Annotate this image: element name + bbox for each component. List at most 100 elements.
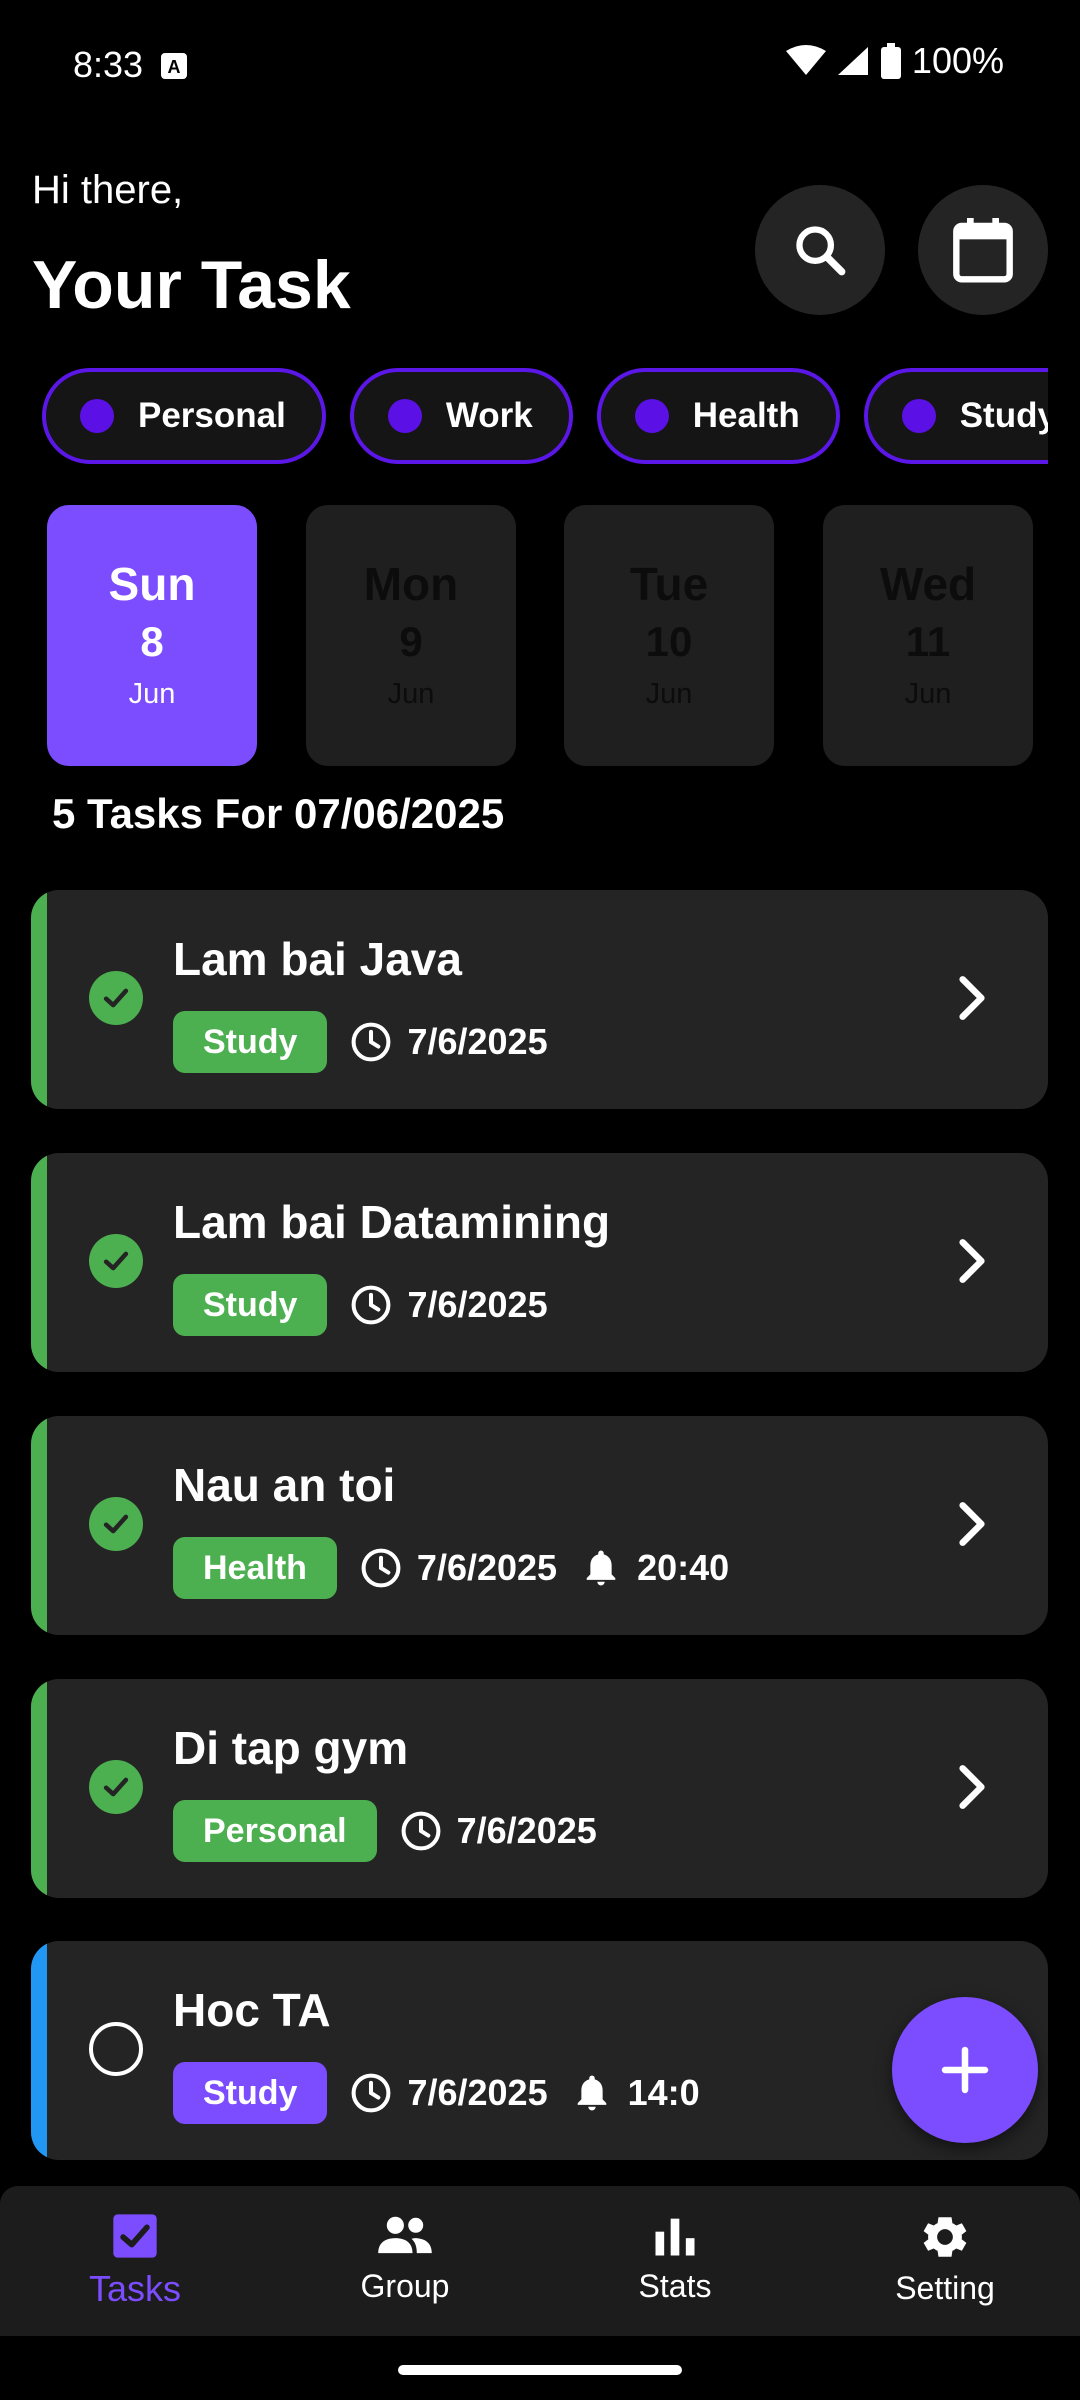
chevron-right-icon[interactable] bbox=[944, 1233, 1000, 1289]
check-icon bbox=[103, 1251, 129, 1271]
task-status-bar bbox=[31, 1416, 47, 1635]
day-month: Jun bbox=[387, 677, 435, 710]
task-date-text: 7/6/2025 bbox=[407, 2072, 548, 2113]
task-reminder: 20:40 bbox=[579, 1546, 729, 1590]
task-title: Lam bai Datamining bbox=[173, 1196, 611, 1248]
task-title: Di tap gym bbox=[173, 1722, 409, 1774]
task-card[interactable]: Lam bai Java Study 7/6/2025 bbox=[31, 890, 1048, 1109]
bottom-nav: Tasks Group Stats Setting bbox=[0, 2186, 1080, 2336]
nav-label: Stats bbox=[638, 2268, 712, 2304]
checkbox-icon bbox=[113, 2214, 157, 2258]
add-task-button[interactable] bbox=[892, 1997, 1038, 2143]
nav-item-tasks[interactable]: Tasks bbox=[0, 2186, 270, 2336]
category-label: Personal bbox=[138, 396, 286, 435]
day-number: 11 bbox=[905, 617, 951, 665]
day-wed[interactable]: Wed 11 Jun bbox=[823, 505, 1033, 766]
task-tag: Health bbox=[173, 1537, 337, 1599]
day-sun[interactable]: Sun 8 Jun bbox=[47, 505, 257, 766]
task-date: 7/6/2025 bbox=[349, 1020, 548, 1064]
category-label: Study bbox=[959, 396, 1048, 435]
notification-icon: A bbox=[160, 52, 188, 85]
day-name: Wed bbox=[879, 557, 977, 610]
status-time-text: 8:33 bbox=[73, 44, 144, 85]
task-checkbox[interactable] bbox=[89, 971, 143, 1025]
search-button[interactable] bbox=[755, 185, 885, 315]
nav-label: Setting bbox=[895, 2270, 995, 2306]
gear-icon bbox=[923, 2217, 967, 2257]
clock-icon bbox=[361, 1548, 401, 1588]
bar-chart-icon bbox=[655, 2218, 695, 2256]
nav-label: Tasks bbox=[88, 2268, 182, 2309]
svg-text:A: A bbox=[168, 57, 181, 77]
home-indicator[interactable] bbox=[398, 2365, 682, 2375]
day-number: 8 bbox=[140, 617, 164, 665]
task-checkbox[interactable] bbox=[89, 1234, 143, 1288]
chevron-right-icon[interactable] bbox=[944, 1496, 1000, 1552]
task-card[interactable]: Nau an toi Health 7/6/2025 20:40 bbox=[31, 1416, 1048, 1635]
chevron-right-icon[interactable] bbox=[944, 1759, 1000, 1815]
day-month: Jun bbox=[128, 677, 176, 710]
status-time: 8:33 bbox=[73, 44, 143, 86]
category-label: Health bbox=[692, 396, 800, 435]
category-dot bbox=[901, 399, 936, 433]
category-chip-work[interactable]: Work bbox=[349, 368, 573, 464]
day-name: Tue bbox=[629, 557, 709, 610]
task-status-bar bbox=[31, 890, 47, 1109]
task-date: 7/6/2025 bbox=[349, 1283, 548, 1327]
plus-icon bbox=[941, 2046, 989, 2094]
day-mon[interactable]: Mon 9 Jun bbox=[306, 505, 516, 766]
status-indicators: 100% bbox=[785, 40, 1004, 82]
tasks-count-heading: 5 Tasks For 07/06/2025 bbox=[52, 790, 505, 837]
task-tag: Study bbox=[173, 2062, 328, 2124]
nav-item-setting[interactable]: Setting bbox=[810, 2186, 1080, 2336]
check-icon bbox=[103, 1777, 129, 1797]
nav-label: Group bbox=[360, 2268, 450, 2304]
search-icon bbox=[796, 226, 846, 276]
task-date-text: 7/6/2025 bbox=[407, 1021, 548, 1062]
task-card[interactable]: Lam bai Datamining Study 7/6/2025 bbox=[31, 1153, 1048, 1372]
day-month: Jun bbox=[904, 677, 952, 710]
task-date-text: 7/6/2025 bbox=[407, 1284, 548, 1325]
wifi-icon bbox=[785, 45, 826, 75]
task-date: 7/6/2025 bbox=[349, 2071, 548, 2115]
battery-icon bbox=[880, 43, 901, 79]
battery-percent: 100% bbox=[911, 40, 1004, 81]
category-label: Work bbox=[445, 396, 533, 435]
calendar-icon bbox=[953, 218, 1013, 283]
task-date-text: 7/6/2025 bbox=[456, 1810, 597, 1851]
page-title: Your Task bbox=[32, 247, 351, 323]
check-icon bbox=[103, 1514, 129, 1534]
task-title: Lam bai Java bbox=[173, 933, 462, 985]
category-chip-personal[interactable]: Personal bbox=[42, 368, 326, 464]
category-dot bbox=[387, 399, 422, 433]
clock-icon bbox=[352, 1022, 391, 1062]
task-status-bar bbox=[31, 1941, 47, 2160]
category-chip-study[interactable]: Study bbox=[863, 368, 1048, 464]
bell-icon bbox=[586, 1550, 616, 1586]
day-name: Mon bbox=[363, 557, 459, 610]
clock-icon bbox=[401, 1811, 441, 1851]
clock-icon bbox=[352, 2073, 391, 2113]
task-title: Hoc TA bbox=[173, 1984, 331, 2036]
chevron-right-icon[interactable] bbox=[944, 970, 1000, 1026]
nav-item-group[interactable]: Group bbox=[270, 2186, 540, 2336]
task-card[interactable]: Di tap gym Personal 7/6/2025 bbox=[31, 1679, 1048, 1898]
task-reminder: 14:0 bbox=[570, 2071, 700, 2115]
task-checkbox[interactable] bbox=[89, 1760, 143, 1814]
category-chip-health[interactable]: Health bbox=[596, 368, 840, 464]
bell-icon bbox=[577, 2075, 606, 2111]
day-name: Sun bbox=[108, 557, 196, 610]
task-checkbox[interactable] bbox=[89, 1497, 143, 1551]
day-tue[interactable]: Tue 10 Jun bbox=[564, 505, 774, 766]
task-tag: Personal bbox=[173, 1800, 377, 1862]
category-filter: Personal Work Health Study bbox=[42, 368, 1048, 474]
day-number: 10 bbox=[645, 617, 693, 665]
task-reminder-text: 14:0 bbox=[627, 2072, 700, 2113]
task-title: Nau an toi bbox=[173, 1459, 396, 1511]
calendar-button[interactable] bbox=[918, 185, 1048, 315]
task-reminder-text: 20:40 bbox=[637, 1547, 730, 1588]
nav-item-stats[interactable]: Stats bbox=[540, 2186, 810, 2336]
category-dot bbox=[634, 399, 669, 433]
task-checkbox[interactable] bbox=[89, 2022, 143, 2076]
clock-icon bbox=[352, 1285, 391, 1325]
